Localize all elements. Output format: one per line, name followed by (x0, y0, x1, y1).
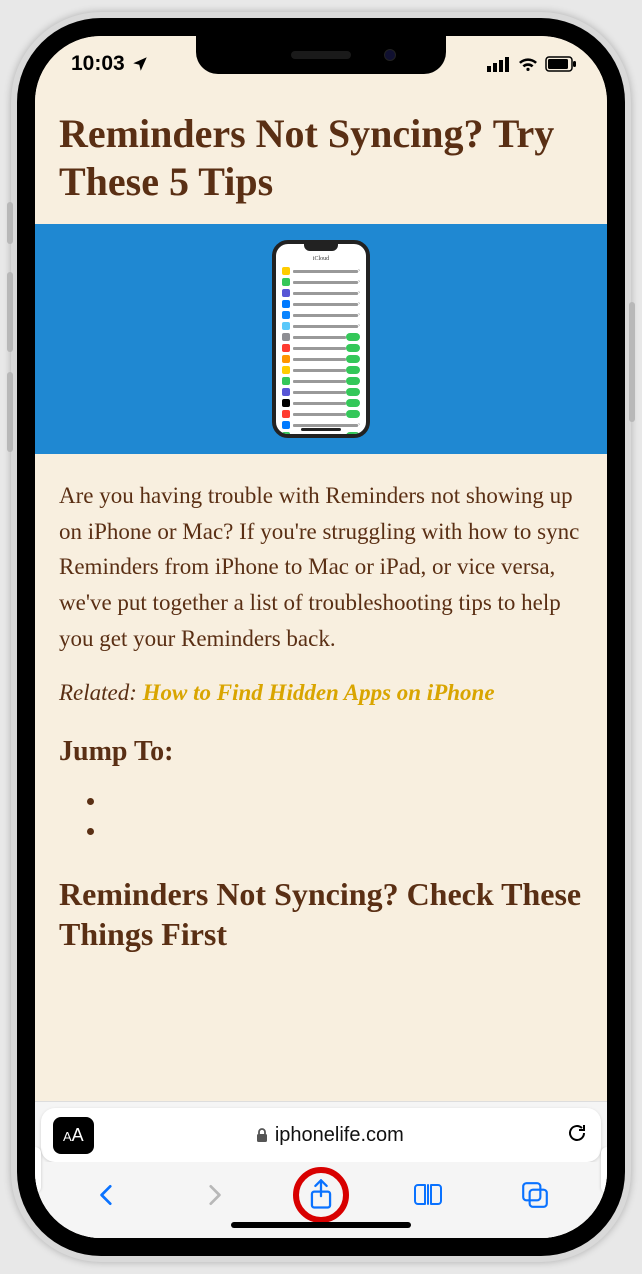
reload-icon (565, 1121, 589, 1145)
lock-icon (255, 1127, 269, 1143)
related-link[interactable]: How to Find Hidden Apps on iPhone (143, 680, 495, 705)
tabs-button[interactable] (515, 1175, 555, 1215)
related-line: Related: How to Find Hidden Apps on iPho… (59, 680, 583, 706)
list-item[interactable] (107, 818, 583, 848)
device-bezel: 10:03 Reminders Not Syncing? Try These 5… (17, 18, 625, 1256)
jump-list (59, 788, 583, 848)
chevron-left-icon (94, 1180, 120, 1210)
location-icon (131, 55, 149, 73)
hero-image-phone: iCloud › › › › › › (272, 240, 370, 438)
wifi-icon (517, 56, 539, 72)
jump-to-heading: Jump To: (59, 736, 583, 768)
address-bar-container: AA iphonelife.com (35, 1101, 607, 1238)
share-icon (307, 1178, 335, 1212)
screen: 10:03 Reminders Not Syncing? Try These 5… (35, 36, 607, 1238)
forward-button[interactable] (194, 1175, 234, 1215)
home-indicator[interactable] (231, 1222, 411, 1228)
tabs-icon (520, 1180, 550, 1210)
chevron-right-icon (201, 1180, 227, 1210)
reader-aa-button[interactable]: AA (53, 1117, 94, 1154)
list-item[interactable] (107, 788, 583, 818)
volume-up-button (7, 272, 13, 352)
book-icon (412, 1181, 444, 1209)
related-label: Related: (59, 680, 137, 705)
page-content[interactable]: Reminders Not Syncing? Try These 5 Tips … (35, 92, 607, 1101)
status-time: 10:03 (71, 52, 125, 76)
front-camera (384, 49, 396, 61)
url-field[interactable]: iphonelife.com (104, 1124, 555, 1147)
prev-tab-peek[interactable] (35, 1147, 41, 1193)
mute-switch (7, 202, 13, 244)
url-domain: iphonelife.com (275, 1124, 404, 1147)
speaker-grille (291, 51, 351, 59)
hero-banner: iCloud › › › › › › (35, 224, 607, 454)
section-heading: Reminders Not Syncing? Check These Thing… (59, 874, 583, 954)
article-intro: Are you having trouble with Reminders no… (59, 478, 583, 656)
notch (196, 36, 446, 74)
address-bar[interactable]: AA iphonelife.com (41, 1108, 601, 1162)
cellular-icon (487, 56, 511, 72)
side-button (629, 302, 635, 422)
share-button[interactable] (301, 1175, 341, 1215)
device-frame: 10:03 Reminders Not Syncing? Try These 5… (11, 12, 631, 1262)
next-tab-peek[interactable] (601, 1147, 607, 1193)
bookmarks-button[interactable] (408, 1175, 448, 1215)
volume-down-button (7, 372, 13, 452)
back-button[interactable] (87, 1175, 127, 1215)
article-title: Reminders Not Syncing? Try These 5 Tips (59, 110, 583, 206)
reload-button[interactable] (565, 1121, 589, 1150)
battery-icon (545, 56, 577, 72)
